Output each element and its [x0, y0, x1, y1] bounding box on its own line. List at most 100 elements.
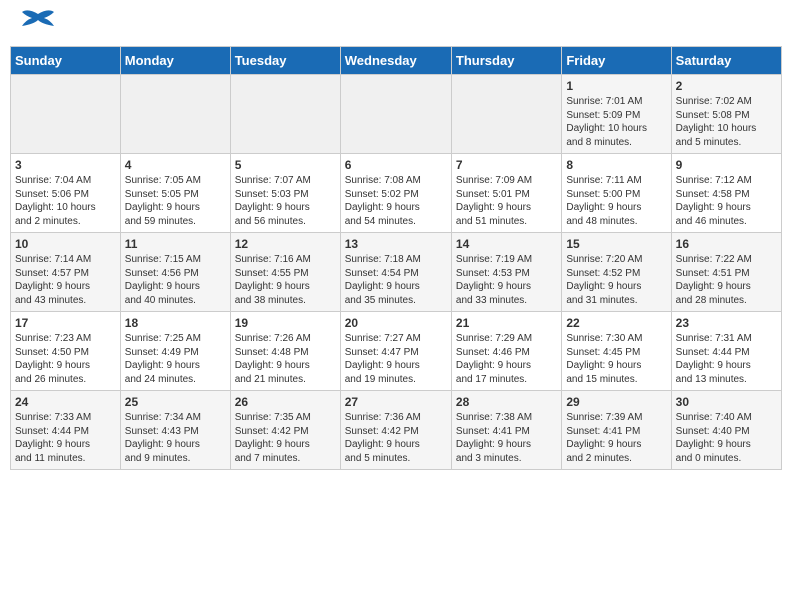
- calendar-week-4: 17 Sunrise: 7:23 AM Sunset: 4:50 PM Dayli…: [11, 312, 782, 391]
- day-number: 10: [15, 237, 116, 251]
- day-number: 22: [566, 316, 666, 330]
- calendar-day-cell: 2Sunrise: 7:02 AM Sunset: 5:08 PM Daylig…: [671, 75, 781, 154]
- day-info: Sunrise: 7:15 AM Sunset: 4:56 PM Dayligh…: [125, 253, 226, 307]
- calendar-week-3: 10 Sunrise: 7:14 AM Sunset: 4:57 PM Dayli…: [11, 233, 782, 312]
- calendar-body: 1 Sunrise: 7:01 AM Sunset: 5:09 PM Daylig…: [11, 75, 782, 470]
- weekday-header-tuesday: Tuesday: [230, 47, 340, 75]
- day-number: 12: [235, 237, 336, 251]
- day-number: 7: [456, 158, 557, 172]
- calendar-day-cell: 15 Sunrise: 7:20 AM Sunset: 4:52 PM Dayli…: [562, 233, 671, 312]
- calendar-day-cell: 21 Sunrise: 7:29 AM Sunset: 4:46 PM Dayli…: [451, 312, 561, 391]
- weekday-header-saturday: Saturday: [671, 47, 781, 75]
- day-number: 17: [15, 316, 116, 330]
- day-info: Sunrise: 7:20 AM Sunset: 4:52 PM Dayligh…: [566, 253, 666, 307]
- day-info: Sunrise: 7:23 AM Sunset: 4:50 PM Dayligh…: [15, 332, 116, 386]
- day-number: 11: [125, 237, 226, 251]
- calendar-header-row: SundayMondayTuesdayWednesdayThursdayFrid…: [11, 47, 782, 75]
- calendar-week-2: 3Sunrise: 7:04 AM Sunset: 5:06 PM Daylig…: [11, 154, 782, 233]
- weekday-header-friday: Friday: [562, 47, 671, 75]
- day-info: Sunrise: 7:31 AM Sunset: 4:44 PM Dayligh…: [676, 332, 777, 386]
- calendar-week-5: 24 Sunrise: 7:33 AM Sunset: 4:44 PM Dayli…: [11, 391, 782, 470]
- calendar-day-cell: 26 Sunrise: 7:35 AM Sunset: 4:42 PM Dayli…: [230, 391, 340, 470]
- logo-bird-icon: [20, 6, 56, 34]
- day-info: Sunrise: 7:27 AM Sunset: 4:47 PM Dayligh…: [345, 332, 447, 386]
- calendar-day-cell: 8Sunrise: 7:11 AM Sunset: 5:00 PM Daylig…: [562, 154, 671, 233]
- day-number: 14: [456, 237, 557, 251]
- calendar-day-cell: [120, 75, 230, 154]
- calendar-day-cell: 30Sunrise: 7:40 AM Sunset: 4:40 PM Dayli…: [671, 391, 781, 470]
- calendar-day-cell: 12 Sunrise: 7:16 AM Sunset: 4:55 PM Dayli…: [230, 233, 340, 312]
- page-header: [10, 10, 782, 38]
- day-number: 25: [125, 395, 226, 409]
- calendar-day-cell: 10 Sunrise: 7:14 AM Sunset: 4:57 PM Dayli…: [11, 233, 121, 312]
- day-number: 27: [345, 395, 447, 409]
- calendar-day-cell: [451, 75, 561, 154]
- day-info: Sunrise: 7:11 AM Sunset: 5:00 PM Dayligh…: [566, 174, 666, 228]
- day-info: Sunrise: 7:07 AM Sunset: 5:03 PM Dayligh…: [235, 174, 336, 228]
- calendar-day-cell: 29 Sunrise: 7:39 AM Sunset: 4:41 PM Dayli…: [562, 391, 671, 470]
- day-info: Sunrise: 7:05 AM Sunset: 5:05 PM Dayligh…: [125, 174, 226, 228]
- day-info: Sunrise: 7:01 AM Sunset: 5:09 PM Dayligh…: [566, 95, 666, 149]
- day-number: 21: [456, 316, 557, 330]
- calendar-day-cell: 22 Sunrise: 7:30 AM Sunset: 4:45 PM Dayli…: [562, 312, 671, 391]
- weekday-header-sunday: Sunday: [11, 47, 121, 75]
- day-info: Sunrise: 7:18 AM Sunset: 4:54 PM Dayligh…: [345, 253, 447, 307]
- day-number: 1: [566, 79, 666, 93]
- calendar-day-cell: 17 Sunrise: 7:23 AM Sunset: 4:50 PM Dayli…: [11, 312, 121, 391]
- calendar-day-cell: 28Sunrise: 7:38 AM Sunset: 4:41 PM Dayli…: [451, 391, 561, 470]
- calendar-day-cell: 23 Sunrise: 7:31 AM Sunset: 4:44 PM Dayli…: [671, 312, 781, 391]
- day-info: Sunrise: 7:25 AM Sunset: 4:49 PM Dayligh…: [125, 332, 226, 386]
- day-info: Sunrise: 7:04 AM Sunset: 5:06 PM Dayligh…: [15, 174, 116, 228]
- day-number: 19: [235, 316, 336, 330]
- calendar-day-cell: 20 Sunrise: 7:27 AM Sunset: 4:47 PM Dayli…: [340, 312, 451, 391]
- day-info: Sunrise: 7:08 AM Sunset: 5:02 PM Dayligh…: [345, 174, 447, 228]
- weekday-header-monday: Monday: [120, 47, 230, 75]
- day-number: 28: [456, 395, 557, 409]
- calendar-day-cell: 7 Sunrise: 7:09 AM Sunset: 5:01 PM Daylig…: [451, 154, 561, 233]
- day-info: Sunrise: 7:19 AM Sunset: 4:53 PM Dayligh…: [456, 253, 557, 307]
- day-info: Sunrise: 7:33 AM Sunset: 4:44 PM Dayligh…: [15, 411, 116, 465]
- calendar-day-cell: 3Sunrise: 7:04 AM Sunset: 5:06 PM Daylig…: [11, 154, 121, 233]
- day-number: 20: [345, 316, 447, 330]
- day-number: 5: [235, 158, 336, 172]
- calendar-day-cell: 4 Sunrise: 7:05 AM Sunset: 5:05 PM Daylig…: [120, 154, 230, 233]
- calendar-day-cell: 14 Sunrise: 7:19 AM Sunset: 4:53 PM Dayli…: [451, 233, 561, 312]
- day-number: 24: [15, 395, 116, 409]
- day-info: Sunrise: 7:14 AM Sunset: 4:57 PM Dayligh…: [15, 253, 116, 307]
- weekday-header-thursday: Thursday: [451, 47, 561, 75]
- calendar-day-cell: 27 Sunrise: 7:36 AM Sunset: 4:42 PM Dayli…: [340, 391, 451, 470]
- day-info: Sunrise: 7:40 AM Sunset: 4:40 PM Dayligh…: [676, 411, 777, 465]
- calendar-day-cell: 19 Sunrise: 7:26 AM Sunset: 4:48 PM Dayli…: [230, 312, 340, 391]
- day-info: Sunrise: 7:26 AM Sunset: 4:48 PM Dayligh…: [235, 332, 336, 386]
- calendar-day-cell: 24 Sunrise: 7:33 AM Sunset: 4:44 PM Dayli…: [11, 391, 121, 470]
- day-number: 29: [566, 395, 666, 409]
- calendar-day-cell: [340, 75, 451, 154]
- day-number: 18: [125, 316, 226, 330]
- day-number: 23: [676, 316, 777, 330]
- day-info: Sunrise: 7:22 AM Sunset: 4:51 PM Dayligh…: [676, 253, 777, 307]
- day-info: Sunrise: 7:34 AM Sunset: 4:43 PM Dayligh…: [125, 411, 226, 465]
- day-number: 26: [235, 395, 336, 409]
- calendar-day-cell: 5 Sunrise: 7:07 AM Sunset: 5:03 PM Daylig…: [230, 154, 340, 233]
- day-info: Sunrise: 7:39 AM Sunset: 4:41 PM Dayligh…: [566, 411, 666, 465]
- day-info: Sunrise: 7:30 AM Sunset: 4:45 PM Dayligh…: [566, 332, 666, 386]
- day-number: 6: [345, 158, 447, 172]
- calendar-table: SundayMondayTuesdayWednesdayThursdayFrid…: [10, 46, 782, 470]
- day-number: 4: [125, 158, 226, 172]
- day-number: 16: [676, 237, 777, 251]
- day-info: Sunrise: 7:36 AM Sunset: 4:42 PM Dayligh…: [345, 411, 447, 465]
- calendar-day-cell: 16 Sunrise: 7:22 AM Sunset: 4:51 PM Dayli…: [671, 233, 781, 312]
- day-number: 13: [345, 237, 447, 251]
- calendar-day-cell: [11, 75, 121, 154]
- calendar-day-cell: 1 Sunrise: 7:01 AM Sunset: 5:09 PM Daylig…: [562, 75, 671, 154]
- day-info: Sunrise: 7:02 AM Sunset: 5:08 PM Dayligh…: [676, 95, 777, 149]
- day-info: Sunrise: 7:16 AM Sunset: 4:55 PM Dayligh…: [235, 253, 336, 307]
- calendar-week-1: 1 Sunrise: 7:01 AM Sunset: 5:09 PM Daylig…: [11, 75, 782, 154]
- calendar-day-cell: 25 Sunrise: 7:34 AM Sunset: 4:43 PM Dayli…: [120, 391, 230, 470]
- day-info: Sunrise: 7:29 AM Sunset: 4:46 PM Dayligh…: [456, 332, 557, 386]
- day-info: Sunrise: 7:35 AM Sunset: 4:42 PM Dayligh…: [235, 411, 336, 465]
- day-number: 15: [566, 237, 666, 251]
- calendar-day-cell: 11 Sunrise: 7:15 AM Sunset: 4:56 PM Dayli…: [120, 233, 230, 312]
- day-info: Sunrise: 7:09 AM Sunset: 5:01 PM Dayligh…: [456, 174, 557, 228]
- weekday-header-wednesday: Wednesday: [340, 47, 451, 75]
